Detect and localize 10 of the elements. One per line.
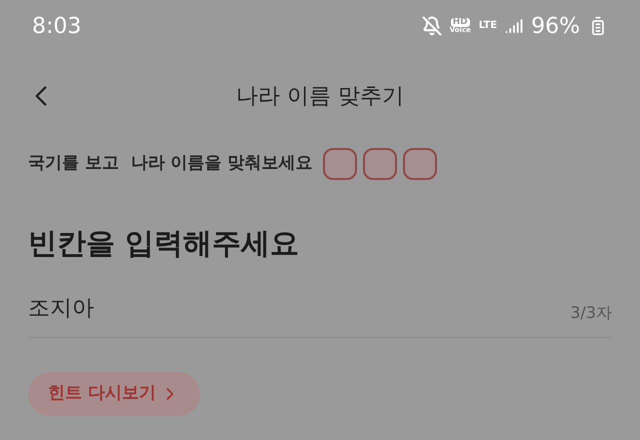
status-time: 8:03	[32, 12, 82, 40]
signal-icon	[505, 17, 524, 35]
instruction-text: 국기를 보고 나라 이름을 맞춰보세요	[28, 152, 313, 176]
page-title: 나라 이름 맞추기	[236, 82, 404, 110]
battery-percent: 96%	[531, 12, 580, 40]
mute-icon	[422, 16, 442, 36]
answer-field[interactable]: 조지아	[28, 292, 328, 324]
network-label: LTE	[478, 21, 498, 31]
heading: 빈칸을 입력해주세요	[27, 225, 300, 262]
character-counter: 3/3자	[570, 302, 612, 324]
